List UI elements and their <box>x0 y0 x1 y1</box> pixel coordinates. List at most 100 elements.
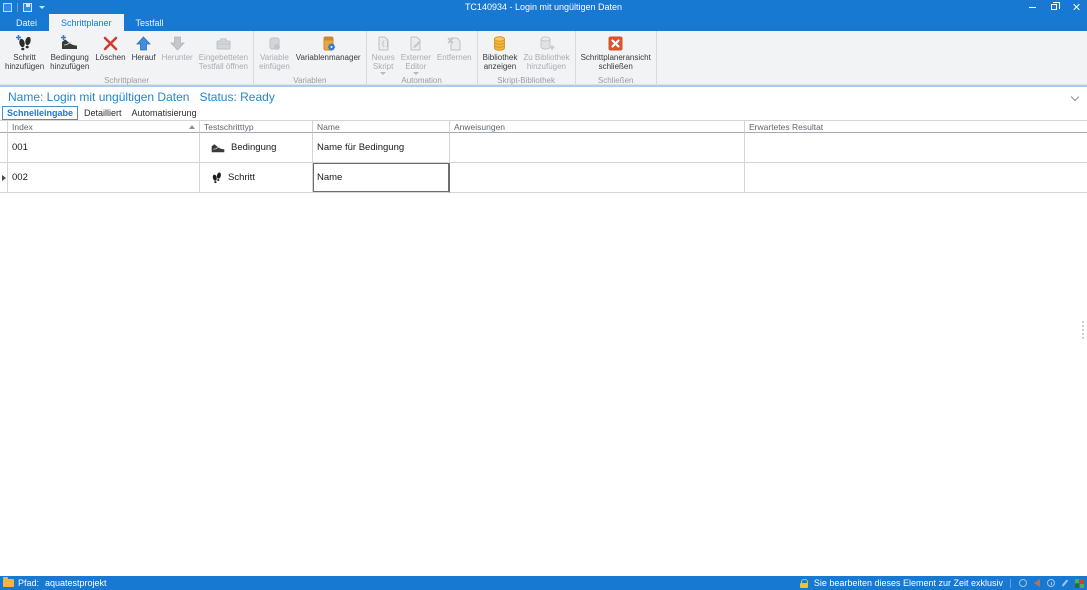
restore-icon <box>1051 4 1057 10</box>
footprints-add-icon <box>15 34 34 53</box>
status-bar: Pfad: aquatestprojekt Sie bearbeiten die… <box>0 576 1087 590</box>
cell-name[interactable]: Name für Bedingung <box>313 133 450 163</box>
cell-erwartetes-resultat[interactable] <box>745 133 1087 163</box>
variable-manager-button[interactable]: Variablenmanager <box>293 32 364 74</box>
table-row[interactable]: 001 Bedingung Name für Bedingung <box>0 133 1087 163</box>
status-bar-right: Sie bearbeiten dieses Element zur Zeit e… <box>800 578 1084 588</box>
library-show-icon <box>490 34 509 53</box>
save-icon[interactable] <box>23 3 32 12</box>
cell-erwartetes-resultat[interactable] <box>745 163 1087 193</box>
view-tabs: Schnelleingabe Detailliert Automatisieru… <box>0 106 1087 120</box>
column-header-instructions-label: Anweisungen <box>454 122 505 132</box>
remove-script-icon <box>445 34 464 53</box>
row-selector-header <box>0 120 8 133</box>
folder-icon <box>3 579 14 587</box>
condition-icon <box>210 141 226 155</box>
variable-manager-icon <box>319 34 338 53</box>
window-controls <box>1021 0 1087 14</box>
grid-header-row: Index Testschritttyp Name Anweisungen Er… <box>0 120 1087 133</box>
teststep-grid: Index Testschritttyp Name Anweisungen Er… <box>0 120 1087 193</box>
variable-insert-icon <box>265 34 284 53</box>
cell-name-focused[interactable]: Name <box>313 163 450 193</box>
column-header-anweisungen[interactable]: Anweisungen <box>450 120 745 133</box>
tab-datei[interactable]: Datei <box>4 14 49 31</box>
close-button[interactable] <box>1065 0 1087 14</box>
open-embedded-testcase-label: Eingebetteten Testfall öffnen <box>199 54 248 71</box>
cell-type-label: Bedingung <box>231 142 276 153</box>
window-title: TC140934 - Login mit ungültigen Daten <box>0 0 1087 14</box>
close-view-button[interactable]: Schrittplaneransicht schließen <box>578 32 654 74</box>
restore-button[interactable] <box>1043 0 1065 14</box>
ribbon-group-skript-bibliothek: Bibliothek anzeigen Zu Bibliothek hinzuf… <box>478 31 576 84</box>
add-to-library-button[interactable]: Zu Bibliothek hinzufügen <box>520 32 572 74</box>
testcase-status-text: Status: Ready <box>199 90 274 104</box>
row-selector[interactable] <box>0 133 8 163</box>
remove-script-button[interactable]: Entfernen <box>434 32 475 74</box>
close-icon <box>1072 3 1080 11</box>
move-down-label: Herunter <box>162 54 193 63</box>
svg-text:{}: {} <box>381 40 389 48</box>
delete-label: Löschen <box>95 54 125 63</box>
external-editor-button[interactable]: Externer Editor <box>398 32 434 74</box>
lock-icon <box>800 579 808 588</box>
delete-button[interactable]: Löschen <box>92 32 128 74</box>
column-header-index[interactable]: Index <box>8 120 200 133</box>
testcase-name-text: Name: Login mit ungültigen Daten <box>8 90 189 104</box>
add-to-library-label: Zu Bibliothek hinzufügen <box>523 54 569 71</box>
sync-arrow-icon[interactable] <box>1032 578 1042 588</box>
add-condition-button[interactable]: Bedingung hinzufügen <box>47 32 92 74</box>
cell-anweisungen[interactable] <box>450 163 745 193</box>
embedded-testcase-icon <box>214 34 233 53</box>
row-selector[interactable] <box>0 163 8 193</box>
cell-testschritttyp[interactable]: Schritt <box>200 163 313 193</box>
library-add-icon <box>537 34 556 53</box>
add-condition-label: Bedingung hinzufügen <box>50 54 89 71</box>
new-script-icon: {} <box>374 34 393 53</box>
chevron-down-icon[interactable] <box>1071 93 1079 101</box>
external-editor-icon <box>406 34 425 53</box>
network-status-icon[interactable] <box>1074 578 1084 588</box>
cell-testschritttyp[interactable]: Bedingung <box>200 133 313 163</box>
cell-index[interactable]: 001 <box>8 133 200 163</box>
add-step-button[interactable]: Schritt hinzufügen <box>2 32 47 74</box>
tab-detailliert[interactable]: Detailliert <box>80 107 126 119</box>
column-header-expected-label: Erwartetes Resultat <box>749 122 823 132</box>
close-view-icon <box>606 34 625 53</box>
title-bar: TC140934 - Login mit ungültigen Daten <box>0 0 1087 14</box>
panel-splitter-handle[interactable] <box>1082 321 1084 339</box>
move-up-button[interactable]: Herauf <box>129 32 159 74</box>
tools-icon[interactable] <box>1060 578 1070 588</box>
arrow-down-icon <box>168 34 187 53</box>
show-library-button[interactable]: Bibliothek anzeigen <box>480 32 521 74</box>
ribbon: Schritt hinzufügen Bedingung hinzufügen <box>0 31 1087 85</box>
column-header-name[interactable]: Name <box>313 120 450 133</box>
add-step-label: Schritt hinzufügen <box>5 54 44 71</box>
ribbon-group-schliessen: Schrittplaneransicht schließen Schließen <box>576 31 657 84</box>
minimize-button[interactable] <box>1021 0 1043 14</box>
info-circle-icon[interactable] <box>1018 578 1028 588</box>
path-value: aquatestprojekt <box>45 578 107 588</box>
clock-icon[interactable] <box>1046 578 1056 588</box>
insert-variable-button[interactable]: Variable einfügen <box>256 32 293 74</box>
testcase-info-bar: Name: Login mit ungültigen Daten Status:… <box>0 87 1087 106</box>
cell-index[interactable]: 002 <box>8 163 200 193</box>
delete-x-icon <box>101 34 120 53</box>
tab-schnelleingabe[interactable]: Schnelleingabe <box>2 106 78 120</box>
open-embedded-testcase-button[interactable]: Eingebetteten Testfall öffnen <box>196 32 251 74</box>
external-editor-label: Externer Editor <box>401 54 431 71</box>
new-script-button[interactable]: {} Neues Skript <box>369 32 398 74</box>
path-label: Pfad: <box>18 578 39 588</box>
ribbon-group-schrittplaner: Schritt hinzufügen Bedingung hinzufügen <box>0 31 254 84</box>
tab-automatisierung[interactable]: Automatisierung <box>128 107 201 119</box>
cell-anweisungen[interactable] <box>450 133 745 163</box>
show-library-label: Bibliothek anzeigen <box>483 54 518 71</box>
column-header-testschritttyp[interactable]: Testschritttyp <box>200 120 313 133</box>
tab-schrittplaner[interactable]: Schrittplaner <box>49 14 124 31</box>
column-header-erwartetes-resultat[interactable]: Erwartetes Resultat <box>745 120 1087 133</box>
exclusive-lock-text: Sie bearbeiten dieses Element zur Zeit e… <box>814 578 1003 588</box>
cell-type-label: Schritt <box>228 172 255 183</box>
table-row[interactable]: 002 Schritt Name <box>0 163 1087 193</box>
move-down-button[interactable]: Herunter <box>159 32 196 74</box>
tab-testfall[interactable]: Testfall <box>124 14 176 31</box>
column-header-name-label: Name <box>317 122 340 132</box>
